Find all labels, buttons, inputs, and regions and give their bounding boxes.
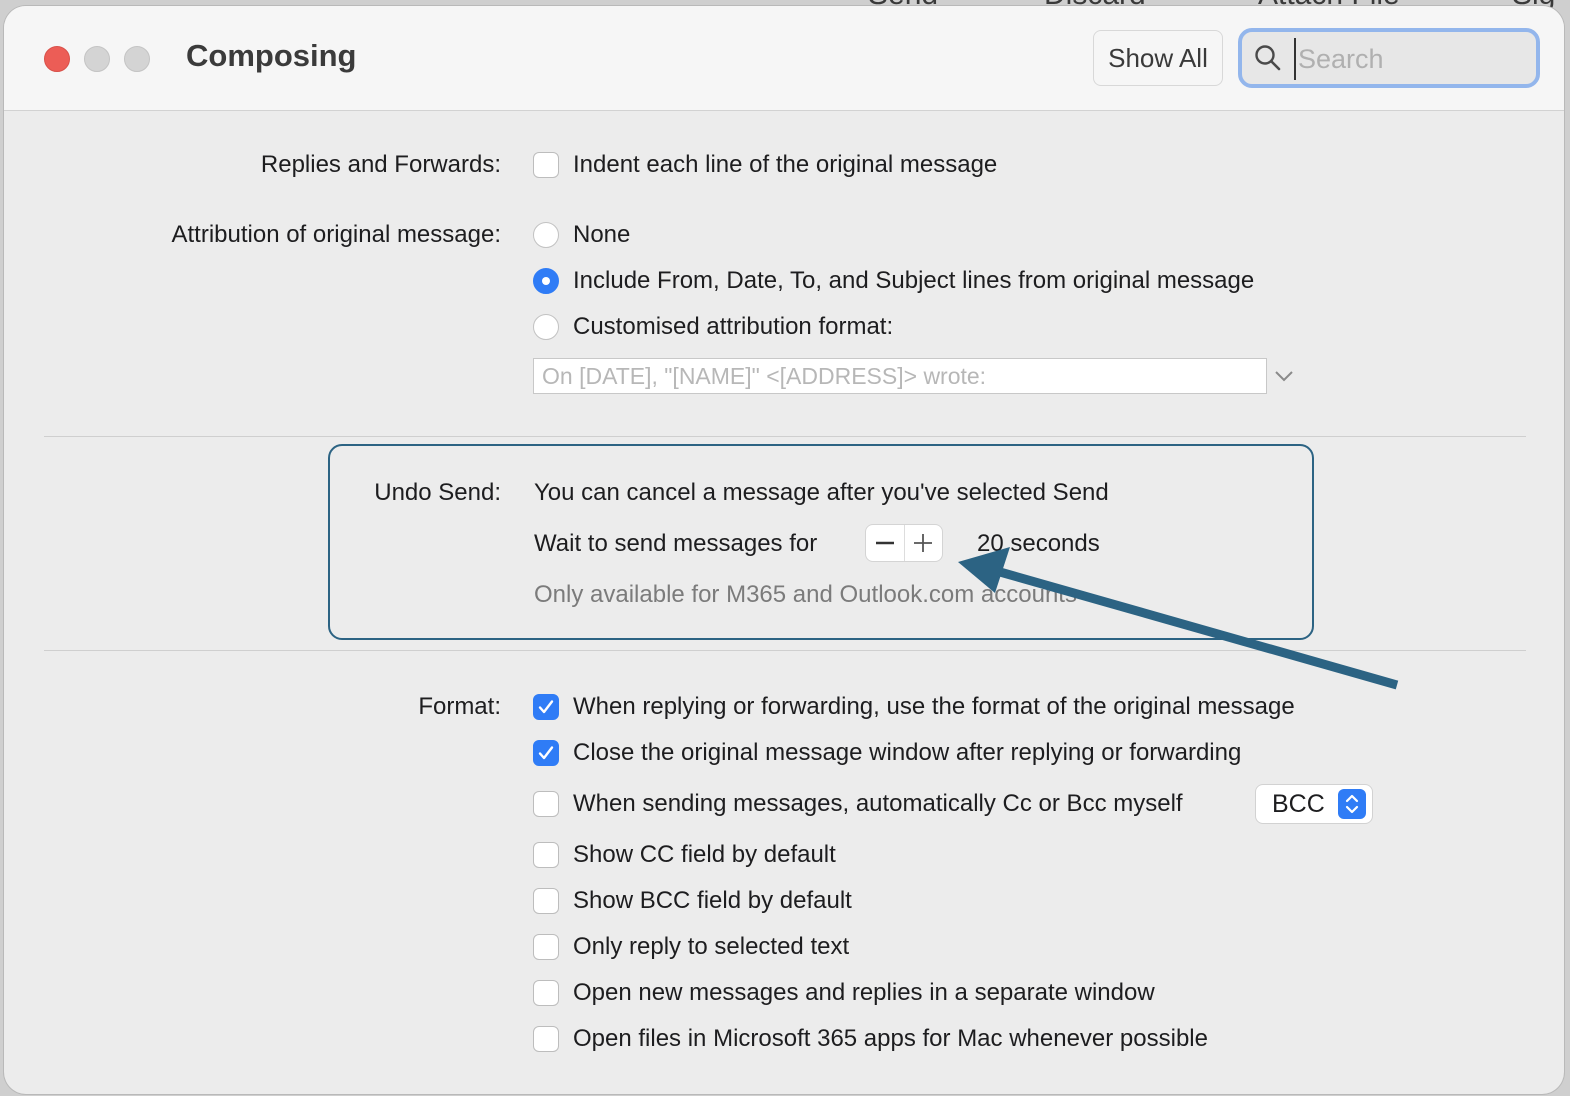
custom-attribution-format-field[interactable]: On [DATE], "[NAME]" <[ADDRESS]> wrote: — [533, 358, 1267, 394]
attribution-label: Attribution of original message: — [171, 221, 501, 248]
window-title: Composing — [186, 38, 357, 73]
undo-send-availability-note: Only available for M365 and Outlook.com … — [534, 581, 1077, 608]
use-original-format-checkbox[interactable] — [533, 694, 559, 720]
title-bar: Composing Show All — [4, 6, 1564, 111]
chevron-down-icon[interactable] — [1272, 368, 1296, 384]
attribution-option-custom[interactable]: Customised attribution format: — [533, 312, 893, 342]
minimize-window-button[interactable] — [84, 46, 110, 72]
open-in-m365-apps-checkbox[interactable] — [533, 1026, 559, 1052]
format-option-use-original-format[interactable]: When replying or forwarding, use the for… — [533, 692, 1295, 722]
separator — [44, 436, 1526, 437]
separator — [44, 650, 1526, 651]
plus-icon — [914, 534, 933, 552]
format-label: Format: — [418, 693, 501, 720]
indent-lines-label: Indent each line of the original message — [573, 151, 998, 178]
separate-window-checkbox[interactable] — [533, 980, 559, 1006]
attribution-option-include-headers[interactable]: Include From, Date, To, and Subject line… — [533, 266, 1254, 296]
search-box[interactable] — [1238, 28, 1540, 88]
close-original-window-label: Close the original message window after … — [573, 739, 1242, 766]
show-bcc-label: Show BCC field by default — [573, 887, 852, 914]
wait-time-value: 20 seconds — [977, 530, 1100, 557]
attribution-custom-label: Customised attribution format: — [573, 313, 894, 340]
format-option-show-cc[interactable]: Show CC field by default — [533, 840, 836, 870]
format-option-show-bcc[interactable]: Show BCC field by default — [533, 886, 852, 916]
reply-selected-text-checkbox[interactable] — [533, 934, 559, 960]
attribution-include-headers-label: Include From, Date, To, and Subject line… — [573, 267, 1255, 294]
close-original-window-checkbox[interactable] — [533, 740, 559, 766]
cc-bcc-selected-value: BCC — [1272, 790, 1325, 818]
select-arrows-icon — [1338, 789, 1366, 819]
reply-selected-text-label: Only reply to selected text — [573, 933, 850, 960]
open-in-m365-apps-label: Open files in Microsoft 365 apps for Mac… — [573, 1025, 1208, 1052]
indent-lines-checkbox[interactable] — [533, 152, 559, 178]
separate-window-label: Open new messages and replies in a separ… — [573, 979, 1155, 1006]
search-icon — [1255, 45, 1281, 71]
format-option-close-original-window[interactable]: Close the original message window after … — [533, 738, 1241, 768]
undo-send-highlight-box — [328, 444, 1314, 640]
zoom-window-button[interactable] — [124, 46, 150, 72]
indent-lines-option[interactable]: Indent each line of the original message — [533, 150, 997, 180]
close-window-button[interactable] — [44, 46, 70, 72]
show-cc-checkbox[interactable] — [533, 842, 559, 868]
show-all-button[interactable]: Show All — [1093, 30, 1223, 86]
undo-send-label: Undo Send: — [374, 479, 501, 506]
minus-icon — [875, 541, 894, 545]
attribution-none-label: None — [573, 221, 631, 248]
show-cc-label: Show CC field by default — [573, 841, 836, 868]
show-bcc-checkbox[interactable] — [533, 888, 559, 914]
checkmark-icon — [538, 746, 554, 760]
increase-button[interactable] — [905, 525, 943, 561]
wait-time-stepper[interactable] — [865, 524, 943, 562]
attribution-none-radio[interactable] — [533, 222, 559, 248]
wait-to-send-label: Wait to send messages for — [534, 530, 818, 557]
undo-send-description: You can cancel a message after you've se… — [534, 479, 1109, 506]
attribution-option-none[interactable]: None — [533, 220, 630, 250]
format-option-open-in-m365-apps[interactable]: Open files in Microsoft 365 apps for Mac… — [533, 1024, 1208, 1054]
composing-preferences-window: Composing Show All Replies and Forwards:… — [4, 6, 1564, 1094]
replies-forwards-label: Replies and Forwards: — [260, 151, 501, 178]
format-option-auto-cc-bcc[interactable]: When sending messages, automatically Cc … — [533, 789, 1183, 819]
checkmark-icon — [538, 700, 554, 714]
decrease-button[interactable] — [866, 525, 905, 561]
format-option-separate-window[interactable]: Open new messages and replies in a separ… — [533, 978, 1155, 1008]
format-option-reply-selected-text[interactable]: Only reply to selected text — [533, 932, 849, 962]
search-input[interactable] — [1294, 38, 1530, 80]
attribution-include-headers-radio[interactable] — [533, 268, 559, 294]
auto-cc-bcc-checkbox[interactable] — [533, 791, 559, 817]
auto-cc-bcc-label: When sending messages, automatically Cc … — [573, 790, 1183, 817]
attribution-custom-radio[interactable] — [533, 314, 559, 340]
use-original-format-label: When replying or forwarding, use the for… — [573, 693, 1295, 720]
cc-bcc-select[interactable]: BCC — [1255, 784, 1373, 824]
